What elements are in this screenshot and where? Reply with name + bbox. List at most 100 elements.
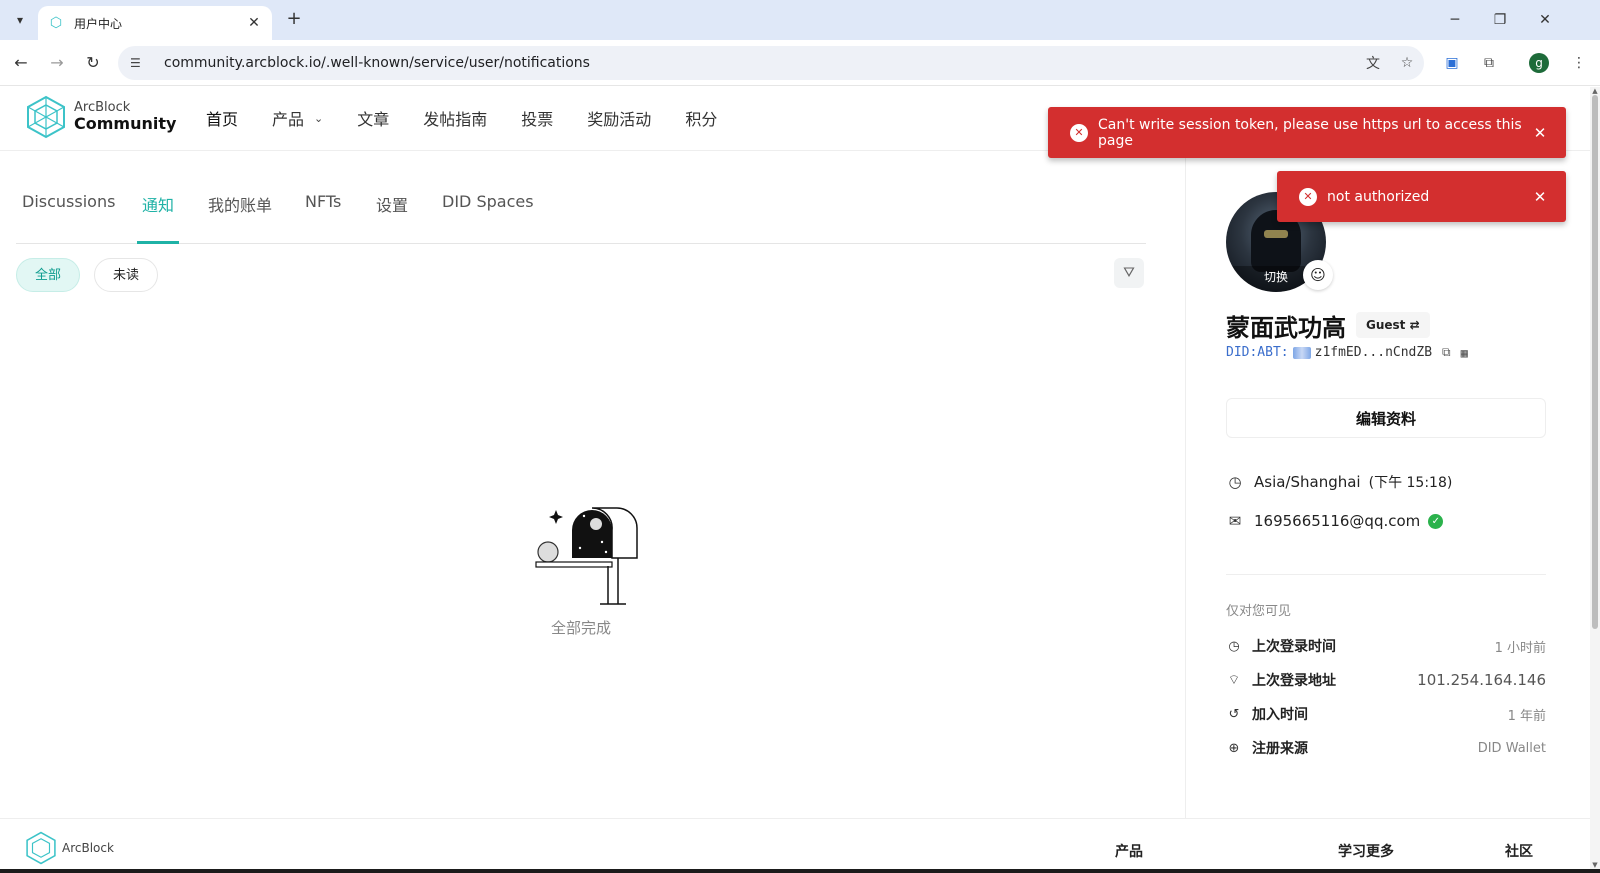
email-row: ✉ 1695665116@qq.com ✓ [1226,512,1444,530]
arcblock-favicon-icon: ⬡ [49,15,63,31]
user-center-tabs: Discussions 通知 我的账单 NFTs 设置 DID Spaces [16,180,1146,244]
nav-item-products[interactable]: 产品 ⌄ [272,106,323,130]
browser-menu-icon[interactable]: ⋮ [1566,52,1592,74]
did-avatar-icon [1292,346,1311,359]
arcblock-logo-icon [27,95,65,139]
forward-button[interactable]: → [44,51,70,75]
site-logo[interactable]: ArcBlock Community [24,95,176,139]
scroll-up-arrow-icon[interactable]: ▲ [1590,87,1600,95]
extensions-icon[interactable]: ⧉ [1476,52,1502,74]
footer-logo-text: ArcBlock [62,841,114,855]
panel-divider [1226,574,1546,575]
timezone-text: Asia/Shanghai [1254,473,1361,491]
timezone-row: ◷ Asia/Shanghai (下午 15:18) [1226,472,1452,492]
mail-icon: ✉ [1228,512,1242,530]
scrollbar-thumb[interactable] [1592,95,1598,629]
meta-value: 101.254.164.146 [1417,671,1546,689]
error-icon: ✕ [1070,123,1088,142]
tab-discussions[interactable]: Discussions [22,192,115,244]
browser-toolbar: ← → ↻ ☰ community.arcblock.io/.well-know… [0,40,1600,86]
close-tab-icon[interactable]: ✕ [246,15,262,31]
nav-item-points[interactable]: 积分 [685,106,717,130]
meta-row-last-login-time: ◷ 上次登录时间 1 小时前 [1226,636,1546,656]
toast-message: Can't write session token, please use ht… [1098,116,1522,149]
globe-icon: ⊕ [1228,740,1240,756]
page-scrollbar[interactable]: ▲ ▼ [1590,87,1600,869]
minimize-window-button[interactable]: ─ [1440,8,1470,32]
nav-item-posting-guide[interactable]: 发帖指南 [423,106,487,130]
meta-value: 1 小时前 [1494,640,1546,656]
bookmark-star-icon[interactable]: ☆ [1390,55,1424,71]
nav-item-products-label: 产品 [272,110,305,129]
local-time-text: (下午 15:18) [1368,475,1453,491]
tab-settings[interactable]: 设置 [376,192,408,244]
empty-mailbox-illustration [535,507,638,605]
avatar-face-shape [1264,230,1288,238]
close-icon[interactable]: ✕ [1530,188,1550,206]
browser-tab[interactable]: ⬡ 用户中心 ✕ [38,6,272,40]
tab-nfts[interactable]: NFTs [305,192,341,244]
toast-message: not authorized [1327,188,1430,205]
verified-check-icon: ✓ [1428,513,1444,529]
email-text: 1695665116@qq.com [1254,512,1421,530]
nav-item-articles[interactable]: 文章 [357,106,389,130]
did-prefix: DID:ABT: [1226,345,1289,360]
close-icon[interactable]: ✕ [1530,124,1550,142]
meta-label: 加入时间 [1252,707,1308,723]
site-footer: ArcBlock 产品 学习更多 社区 [0,818,1590,869]
back-button[interactable]: ← [8,51,34,75]
tab-did-spaces[interactable]: DID Spaces [442,192,534,244]
notification-filters: 全部 未读 [16,258,159,292]
arcblock-logo-icon [26,831,56,865]
edit-profile-button[interactable]: 编辑资料 [1226,398,1546,438]
qrcode-icon[interactable]: ▦ [1461,346,1468,360]
url-text: community.arcblock.io/.well-known/servic… [164,55,590,71]
nav-item-home[interactable]: 首页 [206,106,238,130]
meta-row-join-time: ↺ 加入时间 1 年前 [1226,704,1546,724]
close-window-button[interactable]: ✕ [1530,8,1560,32]
scroll-down-arrow-icon[interactable]: ▼ [1590,861,1600,869]
copy-icon[interactable]: ⧉ [1442,345,1451,360]
active-tab-indicator [137,241,179,244]
profile-name: 蒙面武功高 [1226,314,1346,342]
os-taskbar [0,869,1600,873]
error-toast-not-authorized: ✕ not authorized ✕ [1277,171,1566,222]
meta-label: 上次登录时间 [1252,639,1336,655]
site-info-icon[interactable]: ☰ [130,56,152,70]
tab-billing[interactable]: 我的账单 [208,192,272,244]
emoji-status-icon[interactable]: ☺ [1303,260,1333,290]
tab-search-button[interactable]: ▾ [8,8,32,32]
signal-icon: ⌔ [1227,673,1241,688]
nav-item-rewards[interactable]: 奖励活动 [587,106,651,130]
private-section-label: 仅对您可见 [1226,604,1292,619]
translate-icon[interactable]: 文 [1356,53,1390,73]
meta-row-last-login-ip: ⌔ 上次登录地址 101.254.164.146 [1226,670,1546,690]
meta-label: 上次登录地址 [1252,673,1336,689]
restore-window-button[interactable]: ❐ [1485,8,1515,32]
browser-tab-strip: ▾ ⬡ 用户中心 ✕ + ─ ❐ ✕ [0,0,1600,40]
address-bar[interactable]: ☰ community.arcblock.io/.well-known/serv… [118,46,1424,80]
filter-all-chip[interactable]: 全部 [16,258,81,292]
error-icon: ✕ [1299,187,1317,206]
clock-icon: ◷ [1228,638,1240,654]
footer-column-community: 社区 [1505,844,1533,860]
role-switch-badge[interactable]: Guest ⇄ [1356,312,1430,338]
tab-notifications[interactable]: 通知 [142,192,174,244]
nav-item-vote[interactable]: 投票 [521,106,553,130]
reload-button[interactable]: ↻ [80,51,106,75]
footer-logo[interactable]: ArcBlock [24,831,114,865]
new-tab-button[interactable]: + [282,8,306,32]
meta-label: 注册来源 [1252,741,1308,757]
sidebar-icon[interactable]: ▣ [1439,52,1465,74]
filter-icon[interactable]: ⛛ [1114,258,1144,288]
meta-value: DID Wallet [1477,740,1546,756]
browser-tab-title: 用户中心 [74,16,123,31]
clock-icon: ◷ [1228,473,1242,491]
footer-column-products: 产品 [1115,844,1143,860]
footer-column-learn-more: 学习更多 [1338,844,1394,860]
filter-unread-chip[interactable]: 未读 [94,258,159,292]
profile-avatar[interactable]: g [1529,53,1549,73]
chevron-down-icon: ⌄ [314,111,324,125]
meta-value: 1 年前 [1507,708,1546,724]
logo-brand: ArcBlock [74,100,131,116]
